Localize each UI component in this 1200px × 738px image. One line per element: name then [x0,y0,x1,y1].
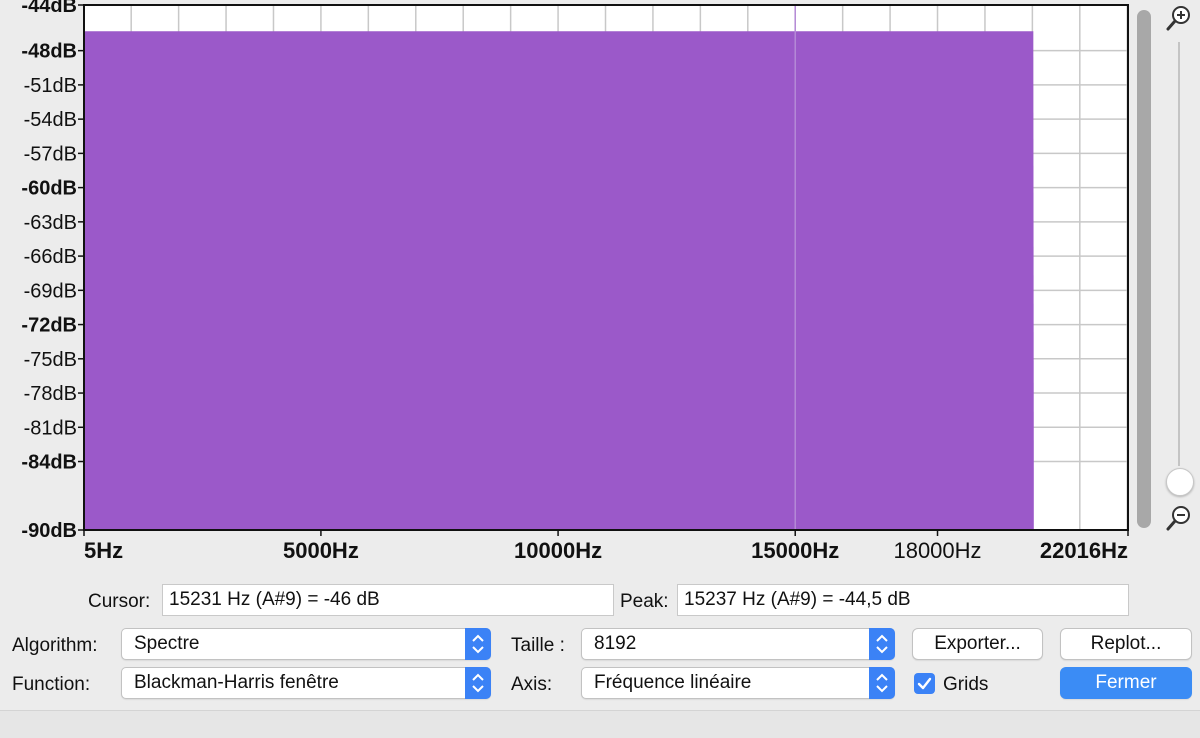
y-tick-label: -48dB [21,41,77,63]
algorithm-stepper[interactable] [465,628,491,660]
y-tick-label: -44dB [21,0,77,17]
y-tick-label: -72dB [21,315,77,337]
function-select-value: Blackman-Harris fenêtre [134,672,339,693]
y-tick-label: -69dB [24,280,77,302]
y-tick-label: -90dB [21,520,77,542]
replot-button[interactable]: Replot... [1060,628,1192,660]
peak-label: Peak: [620,591,669,612]
x-tick-label: 5Hz [84,538,123,563]
close-button[interactable]: Fermer [1060,667,1192,699]
peak-readout-field[interactable]: 15237 Hz (A#9) = -44,5 dB [677,584,1129,616]
cursor-label: Cursor: [88,591,151,612]
y-tick-label: -51dB [24,75,77,97]
export-button[interactable]: Exporter... [912,628,1043,660]
x-tick-label: 10000Hz [514,538,602,563]
x-tick-label: 22016Hz [1040,538,1128,563]
spectrum-chart[interactable]: -44dB -48dB -51dB -54dB -57dB -60dB -63dB -66dB… [0,0,1200,575]
algorithm-select[interactable]: Spectre [121,628,491,660]
window-bottom-bar [0,710,1200,738]
axis-select[interactable]: Fréquence linéaire [581,667,895,699]
zoom-slider-track[interactable] [1178,42,1180,466]
function-label: Function: [12,674,91,695]
y-tick-label: -84dB [21,452,77,474]
chevron-up-down-icon [472,634,484,654]
spectrum-area[interactable] [84,31,1034,530]
zoom-slider-thumb[interactable] [1166,468,1194,496]
y-tick-label: -66dB [24,246,77,268]
size-stepper[interactable] [869,628,895,660]
grids-checkbox[interactable] [914,673,935,694]
function-stepper[interactable] [465,667,491,699]
y-tick-label: -54dB [24,109,77,131]
chevron-up-down-icon [876,673,888,693]
chevron-up-down-icon [472,673,484,693]
size-label: Taille : [511,635,565,656]
grids-label: Grids [943,674,989,695]
axis-select-value: Fréquence linéaire [594,672,752,693]
y-tick-label: -60dB [21,178,77,200]
y-tick-label: -78dB [24,383,77,405]
x-tick-label: 18000Hz [893,538,981,563]
x-tick-label: 5000Hz [283,538,359,563]
axis-label: Axis: [511,674,553,695]
axis-stepper[interactable] [869,667,895,699]
spectrum-plot-area[interactable]: -44dB -48dB -51dB -54dB -57dB -60dB -63dB -66dB… [0,0,1200,575]
zoom-in-icon[interactable] [1165,4,1193,32]
function-select[interactable]: Blackman-Harris fenêtre [121,667,491,699]
y-tick-label: -63dB [24,212,77,234]
x-tick-label: 15000Hz [751,538,839,563]
size-select-value: 8192 [594,633,637,654]
algorithm-select-value: Spectre [134,633,200,654]
algorithm-label: Algorithm: [12,635,98,656]
y-tick-label: -75dB [24,349,77,371]
zoom-out-icon[interactable] [1165,504,1193,532]
chevron-up-down-icon [876,634,888,654]
y-tick-label: -81dB [24,417,77,439]
cursor-readout-field[interactable]: 15231 Hz (A#9) = -46 dB [162,584,614,616]
size-select[interactable]: 8192 [581,628,895,660]
y-tick-label: -57dB [24,143,77,165]
checkmark-icon [917,677,932,690]
vertical-scrollbar[interactable] [1137,10,1151,528]
